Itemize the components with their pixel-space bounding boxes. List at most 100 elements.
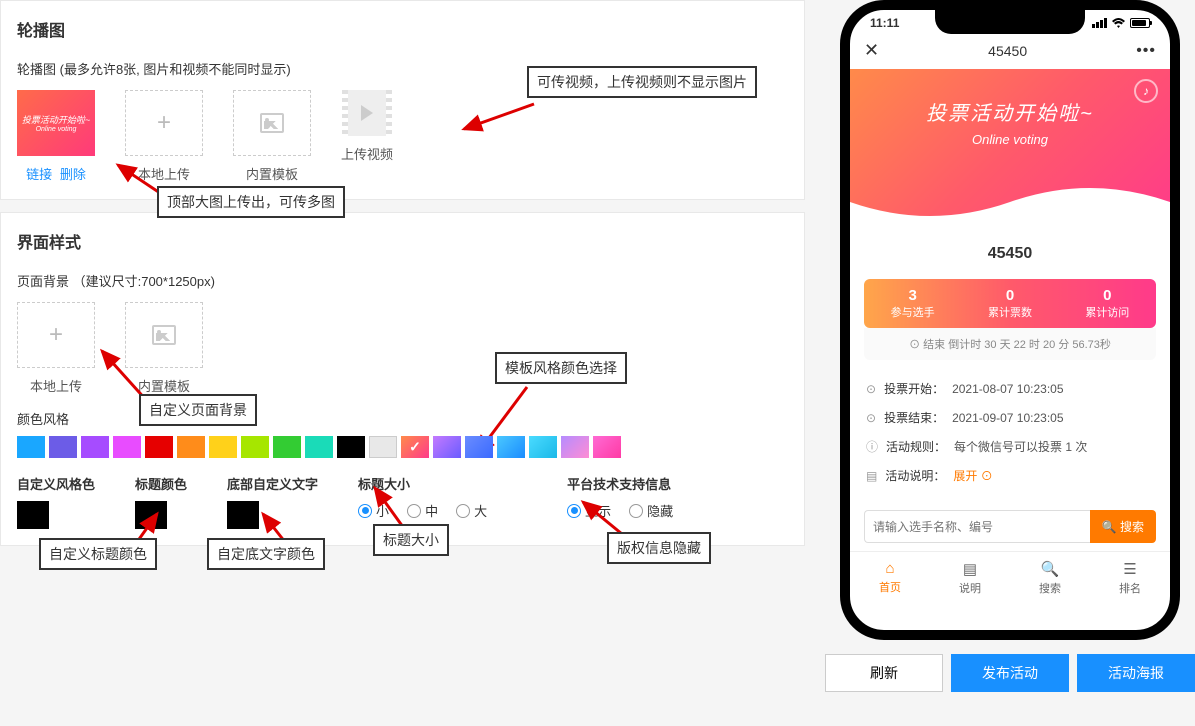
- wave-decoration: [850, 182, 1170, 230]
- tab-搜索[interactable]: 🔍搜索: [1010, 552, 1090, 604]
- custom-color-picker[interactable]: [17, 501, 49, 529]
- arrow-icon: [459, 104, 539, 144]
- tab-首页[interactable]: ⌂首页: [850, 552, 930, 604]
- info-icon: ▤: [866, 469, 877, 483]
- color-swatch[interactable]: [337, 436, 365, 458]
- builtin-template-box[interactable]: [233, 90, 311, 156]
- hero-subtitle: Online voting: [850, 132, 1170, 147]
- color-swatch[interactable]: [433, 436, 461, 458]
- music-icon[interactable]: ♪: [1134, 79, 1158, 103]
- search-input[interactable]: [864, 510, 1090, 543]
- color-swatch[interactable]: [593, 436, 621, 458]
- bg-label: 页面背景 （建议尺寸:700*1250px): [17, 271, 788, 290]
- color-swatch[interactable]: [113, 436, 141, 458]
- color-swatch[interactable]: [305, 436, 333, 458]
- color-swatch[interactable]: [241, 436, 269, 458]
- image-icon: [260, 113, 284, 133]
- activity-title: 45450: [850, 229, 1170, 279]
- tab-icon: ☰: [1090, 560, 1170, 578]
- builtin-template-label: 内置模板: [246, 164, 298, 183]
- tab-排名[interactable]: ☰排名: [1090, 552, 1170, 604]
- color-swatch[interactable]: [369, 436, 397, 458]
- expand-link[interactable]: 展开 ⊙: [953, 467, 992, 484]
- carousel-thumb[interactable]: 投票活动开始啦~ Online voting: [17, 90, 95, 156]
- platform-info-label: 平台技术支持信息: [567, 474, 673, 493]
- annotation-title-color: 自定义标题颜色: [39, 538, 157, 570]
- image-icon: [152, 325, 176, 345]
- battery-icon: [1130, 18, 1150, 28]
- countdown: ⊙ 结束 倒计时 30 天 22 时 20 分 56.73秒: [864, 328, 1156, 360]
- phone-preview: 11:11 ✕ 45450 ••• ♪ 投票活动开始啦~ Online voti…: [840, 0, 1180, 640]
- annotation-palette: 模板风格颜色选择: [495, 352, 627, 384]
- color-swatch[interactable]: [81, 436, 109, 458]
- hero-title: 投票活动开始啦~: [850, 97, 1170, 126]
- signal-icon: [1092, 18, 1107, 28]
- search-button[interactable]: 🔍 搜索: [1090, 510, 1156, 543]
- radio-option[interactable]: 大: [456, 501, 487, 520]
- custom-color-label: 自定义风格色: [17, 474, 95, 493]
- tab-icon: ▤: [930, 560, 1010, 578]
- color-swatch[interactable]: [209, 436, 237, 458]
- info-icon: ⊙: [866, 411, 876, 425]
- tab-bar: ⌂首页▤说明🔍搜索☰排名: [850, 551, 1170, 604]
- bg-local-upload[interactable]: +: [17, 302, 95, 368]
- color-swatch[interactable]: [529, 436, 557, 458]
- more-icon[interactable]: •••: [1136, 42, 1156, 60]
- tab-icon: 🔍: [1010, 560, 1090, 578]
- annotation-bg: 自定义页面背景: [139, 394, 257, 426]
- style-panel: 界面样式 页面背景 （建议尺寸:700*1250px) + 本地上传 内置模板 …: [0, 212, 805, 546]
- status-time: 11:11: [870, 16, 899, 30]
- tab-icon: ⌂: [850, 560, 930, 577]
- local-upload-box[interactable]: +: [125, 90, 203, 156]
- info-icon: ⓘ: [866, 438, 878, 455]
- annotation-bottom-color: 自定底文字颜色: [207, 538, 325, 570]
- publish-button[interactable]: 发布活动: [951, 654, 1069, 692]
- upload-video-box[interactable]: [342, 90, 392, 136]
- color-swatch[interactable]: [401, 436, 429, 458]
- radio-icon: [456, 504, 470, 518]
- annotation-multi: 顶部大图上传出，可传多图: [157, 186, 345, 218]
- info-icon: ⊙: [866, 382, 876, 396]
- carousel-panel: 轮播图 轮播图 (最多允许8张, 图片和视频不能同时显示) 投票活动开始啦~ O…: [0, 0, 805, 200]
- color-swatch[interactable]: [17, 436, 45, 458]
- color-swatch[interactable]: [145, 436, 173, 458]
- info-row: ▤活动说明：展开 ⊙: [866, 461, 1154, 490]
- wifi-icon: [1111, 18, 1126, 29]
- annotation-title-size: 标题大小: [373, 524, 449, 556]
- color-swatch[interactable]: [465, 436, 493, 458]
- carousel-title: 轮播图: [17, 17, 788, 41]
- info-row: ⊙投票开始：2021-08-07 10:23:05: [866, 374, 1154, 403]
- radio-option[interactable]: 隐藏: [629, 501, 673, 520]
- play-icon: [361, 105, 373, 121]
- annotation-video: 可传视频，上传视频则不显示图片: [527, 66, 757, 98]
- phone-notch: [935, 10, 1085, 34]
- poster-button[interactable]: 活动海报: [1077, 654, 1195, 692]
- color-swatch[interactable]: [177, 436, 205, 458]
- color-style-label: 颜色风格: [17, 409, 788, 428]
- color-swatch[interactable]: [497, 436, 525, 458]
- stat-item: 0累计票数: [961, 279, 1058, 328]
- info-row: ⓘ活动规则：每个微信号可以投票 1 次: [866, 432, 1154, 461]
- stat-item: 3参与选手: [864, 279, 961, 328]
- refresh-button[interactable]: 刷新: [825, 654, 943, 692]
- carousel-link[interactable]: 链接: [26, 167, 52, 182]
- carousel-delete[interactable]: 删除: [60, 167, 86, 182]
- color-palette: [17, 436, 788, 458]
- stats-bar: 3参与选手0累计票数0累计访问: [864, 279, 1156, 328]
- annotation-copyright: 版权信息隐藏: [607, 532, 711, 564]
- info-list: ⊙投票开始：2021-08-07 10:23:05⊙投票结束：2021-09-0…: [850, 360, 1170, 504]
- tab-说明[interactable]: ▤说明: [930, 552, 1010, 604]
- style-title: 界面样式: [17, 229, 788, 253]
- close-icon[interactable]: ✕: [864, 40, 879, 61]
- color-swatch[interactable]: [49, 436, 77, 458]
- title-color-label: 标题颜色: [135, 474, 187, 493]
- stat-item: 0累计访问: [1059, 279, 1156, 328]
- color-swatch[interactable]: [273, 436, 301, 458]
- info-row: ⊙投票结束：2021-09-07 10:23:05: [866, 403, 1154, 432]
- hero-banner: ♪ 投票活动开始啦~ Online voting: [850, 69, 1170, 229]
- bottom-text-label: 底部自定义文字: [227, 474, 318, 493]
- upload-video-label: 上传视频: [341, 144, 393, 163]
- color-swatch[interactable]: [561, 436, 589, 458]
- preview-nav: ✕ 45450 •••: [850, 32, 1170, 69]
- radio-icon: [629, 504, 643, 518]
